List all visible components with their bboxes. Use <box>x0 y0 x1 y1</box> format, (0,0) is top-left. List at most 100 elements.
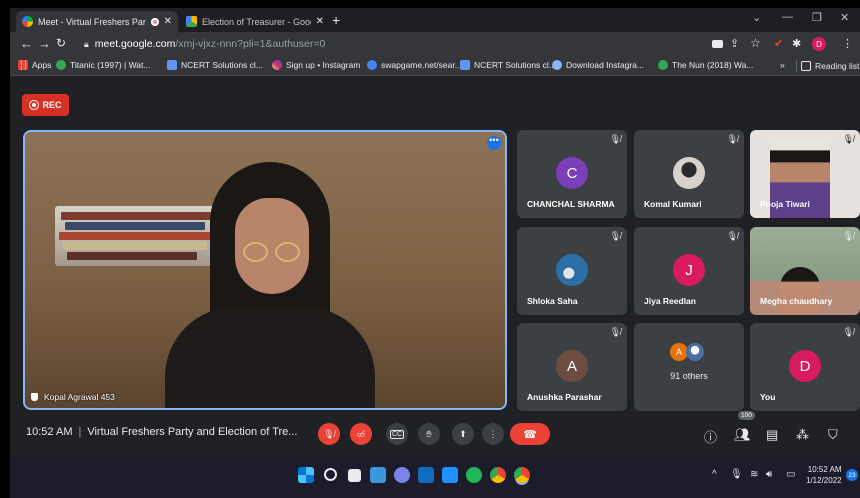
close-tab-icon[interactable]: ✕ <box>164 16 172 27</box>
bookmark-item[interactable]: Download Instagra... <box>552 60 644 70</box>
mic-toggle-button[interactable]: 🎙︎̸ <box>318 423 340 445</box>
url-input[interactable]: 🔒︎ meet.google.com/xmj-vjxz-nnn?pli=1&au… <box>74 34 704 54</box>
participant-name: Pooja Tiwari <box>760 199 810 209</box>
leave-call-button[interactable]: ☎︎ <box>510 423 550 445</box>
meet-favicon-icon <box>22 16 33 27</box>
chat-icon[interactable]: ▤ <box>766 427 778 443</box>
participant-name: Shloka Saha <box>527 296 578 306</box>
task-view-icon[interactable] <box>348 469 361 482</box>
browser-menu-icon[interactable]: ⋮ <box>842 37 853 50</box>
people-icon[interactable]: 👥︎ <box>734 427 751 443</box>
activities-icon[interactable]: ⁂ <box>796 427 809 443</box>
participant-tile[interactable]: 🎙︎̸ C CHANCHAL SHARMA <box>517 130 627 218</box>
spotify-icon[interactable] <box>466 467 482 483</box>
camera-feed <box>780 267 820 315</box>
volume-icon[interactable]: 🔊︎ <box>766 469 772 480</box>
camera-off-icon: ▭̸ <box>356 428 366 439</box>
host-controls-icon[interactable]: ⛉ <box>828 427 838 443</box>
main-speaker-video[interactable]: ••• Kopal Agrawal 453 <box>23 130 507 410</box>
reload-icon[interactable]: ↻ <box>56 36 66 50</box>
screen: Meet - Virtual Freshers Party ✕ Election… <box>10 8 860 498</box>
bookmark-item[interactable]: Sign up • Instagram <box>272 60 360 70</box>
close-window-icon[interactable]: ✕ <box>840 11 849 24</box>
forward-icon[interactable]: → <box>38 36 51 51</box>
profile-avatar[interactable]: D <box>812 37 826 51</box>
bookmark-item[interactable]: The Nun (2018) Wa... <box>658 60 753 70</box>
bookmark-item[interactable]: swapgame.net/sear... <box>367 60 462 70</box>
raise-hand-button[interactable]: ✋︎ <box>418 423 440 445</box>
notification-badge[interactable]: 23 <box>846 469 858 481</box>
tab-title: Meet - Virtual Freshers Party <box>38 16 146 27</box>
share-icon[interactable]: ⇪ <box>730 37 739 50</box>
participant-name: Komal Kumari <box>644 199 702 209</box>
mic-off-icon: 🎙︎̸ <box>323 428 335 439</box>
battery-icon[interactable]: ▭ <box>786 469 795 480</box>
store-icon[interactable] <box>442 467 458 483</box>
extension-icon[interactable]: ✔ <box>774 37 783 50</box>
mic-off-icon: 🎙︎̸ <box>726 231 738 241</box>
system-clock[interactable]: 10:52 AM 1/12/2022 <box>806 464 842 486</box>
others-tile[interactable]: A 91 others <box>634 323 744 411</box>
bookmark-apps[interactable]: Apps <box>18 60 51 70</box>
chrome-icon[interactable] <box>490 467 506 483</box>
search-icon[interactable] <box>324 468 337 481</box>
captions-button[interactable]: CC <box>386 423 408 445</box>
self-tile[interactable]: 🎙︎̸ D You <box>750 323 860 411</box>
participant-tile[interactable]: 🎙︎̸ Komal Kumari <box>634 130 744 218</box>
avatar <box>556 254 588 286</box>
participant-name: Megha chaudhary <box>760 296 833 306</box>
participant-tile[interactable]: 🎙︎̸ Pooja Tiwari <box>750 130 860 218</box>
close-tab-icon[interactable]: ✕ <box>316 16 324 27</box>
participant-tile[interactable]: 🎙︎̸ Shloka Saha <box>517 227 627 315</box>
tab-election[interactable]: Election of Treasurer - Google D ✕ <box>180 11 330 32</box>
hand-icon: ✋︎ <box>426 428 432 439</box>
bookmarks-overflow[interactable]: » <box>780 60 785 70</box>
tab-meet[interactable]: Meet - Virtual Freshers Party ✕ <box>16 11 178 32</box>
recording-badge[interactable]: REC <box>22 94 69 116</box>
extensions-puzzle-icon[interactable]: ✱ <box>792 37 801 50</box>
camera-in-use-icon[interactable] <box>712 40 723 48</box>
mic-off-icon: 🎙︎̸ <box>842 327 854 337</box>
meeting-title: Virtual Freshers Party and Election of T… <box>87 426 298 438</box>
present-button[interactable]: ⬆ <box>452 423 474 445</box>
reading-list-icon <box>801 61 811 71</box>
camera-toggle-button[interactable]: ▭̸ <box>350 423 372 445</box>
avatar: J <box>673 254 705 286</box>
download-icon <box>552 60 562 70</box>
more-options-button[interactable]: ⋮ <box>482 423 504 445</box>
google-drive-favicon-icon <box>186 16 197 27</box>
url-host: meet.google.com <box>94 38 176 50</box>
meeting-time: 10:52 AM <box>26 426 73 438</box>
wifi-icon[interactable]: ≋ <box>750 469 758 480</box>
windows-start-icon[interactable] <box>298 467 314 483</box>
tab-title: Election of Treasurer - Google D <box>202 16 311 27</box>
back-icon[interactable]: ← <box>20 36 33 51</box>
os-taskbar: ^ 🎙︎ ≋ 🔊︎ ▭ 10:52 AM 1/12/2022 23 <box>10 455 860 498</box>
show-hidden-icons[interactable]: ^ <box>712 469 717 480</box>
widgets-icon[interactable] <box>370 467 386 483</box>
chrome-active-icon[interactable] <box>514 467 530 483</box>
mic-icon[interactable]: 🎙︎ <box>730 469 743 480</box>
meeting-details-icon[interactable]: ⓘ <box>704 427 717 446</box>
maximize-icon[interactable]: ❐ <box>812 11 822 24</box>
avatar <box>686 343 704 361</box>
tab-search-icon[interactable]: ⌄ <box>752 11 761 24</box>
phone-hangup-icon: ☎︎ <box>523 428 537 441</box>
teams-icon[interactable] <box>394 467 410 483</box>
reading-list[interactable]: Reading list <box>796 60 859 72</box>
participant-tile[interactable]: 🎙︎̸ A Anushka Parashar <box>517 323 627 411</box>
minimize-icon[interactable]: — <box>782 11 793 23</box>
instagram-icon <box>272 60 282 70</box>
new-tab-icon[interactable]: + <box>332 12 340 28</box>
bookmark-item[interactable]: NCERT Solutions cl... <box>167 60 263 70</box>
bookmark-item[interactable]: Titanic (1997) | Wat... <box>56 60 150 70</box>
mail-icon[interactable] <box>418 467 434 483</box>
bookmark-item[interactable]: NCERT Solutions cl... <box>460 60 556 70</box>
participant-count-badge: 100 <box>738 411 755 420</box>
play-icon <box>658 60 668 70</box>
participant-tile[interactable]: 🎙︎̸ Megha chaudhary <box>750 227 860 315</box>
participant-tile[interactable]: 🎙︎̸ J Jiya Reedlan <box>634 227 744 315</box>
avatar: C <box>556 157 588 189</box>
bookmark-star-icon[interactable]: ☆ <box>750 36 761 50</box>
more-options-icon[interactable]: ••• <box>487 136 501 150</box>
